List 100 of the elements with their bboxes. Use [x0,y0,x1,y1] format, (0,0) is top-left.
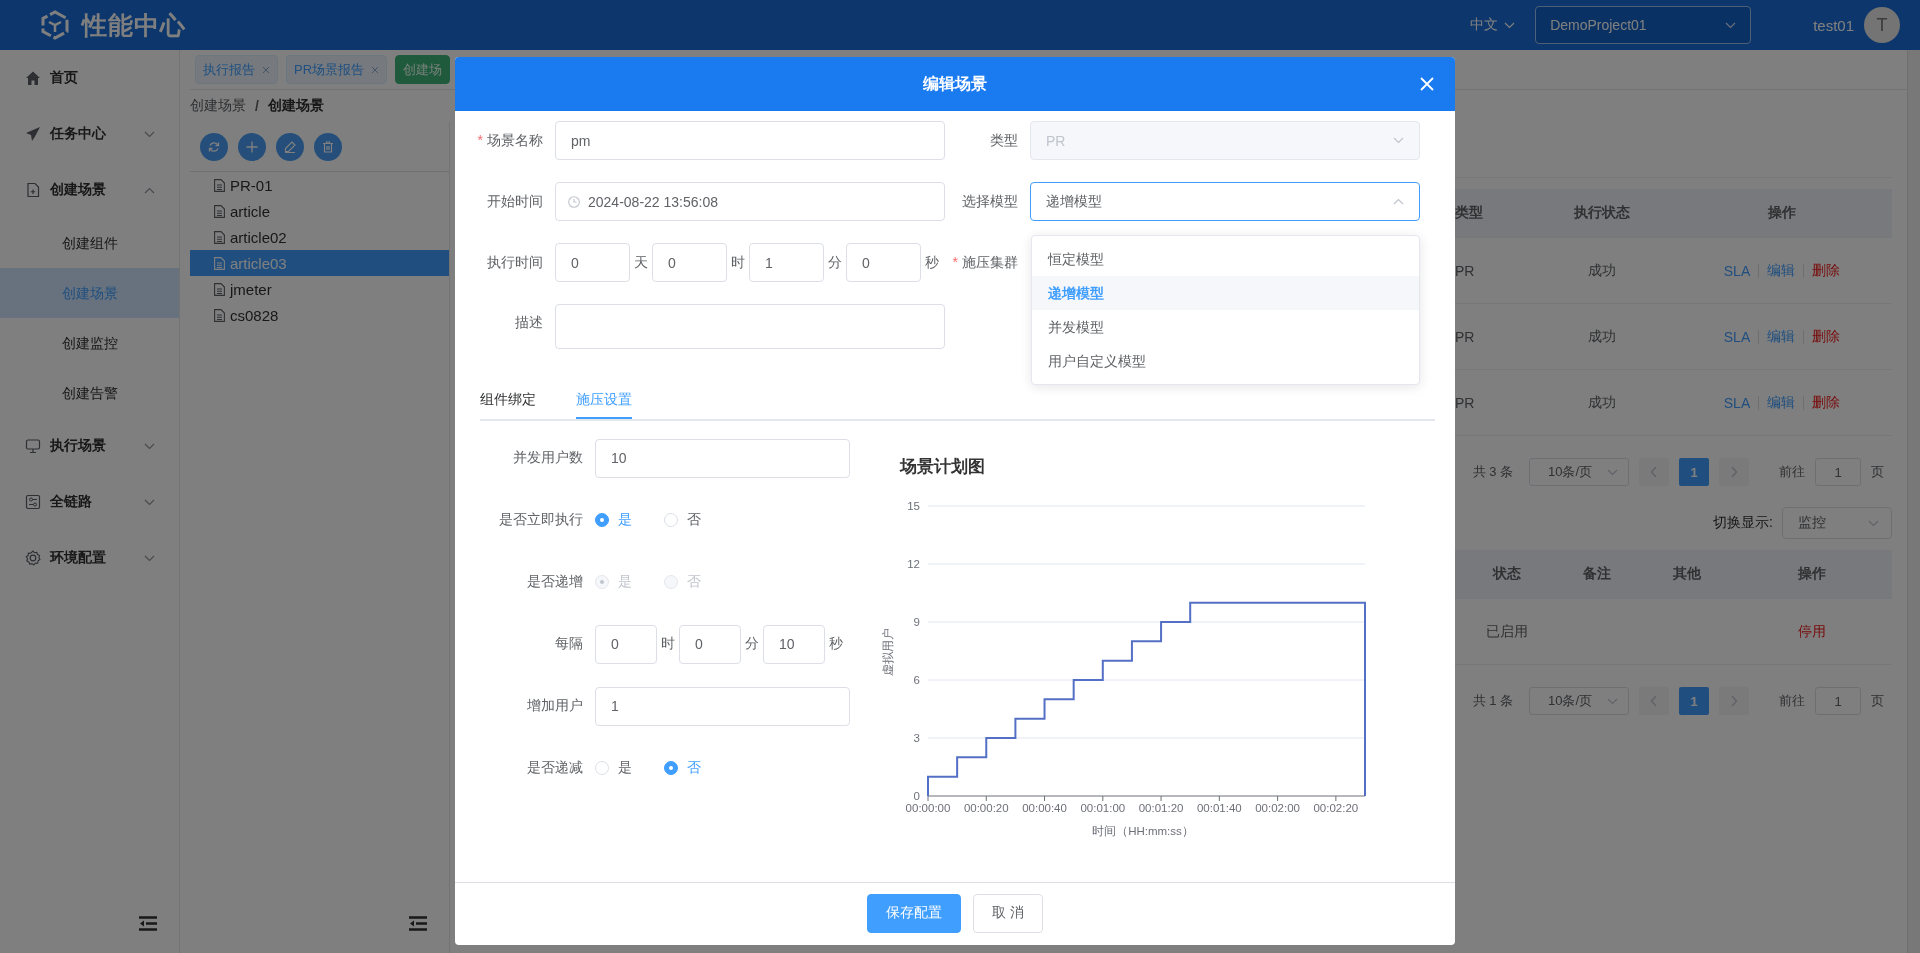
number-field[interactable]: 10 [595,438,850,478]
radio-option[interactable]: 否 [664,511,701,529]
duration-field[interactable]: 0 [652,243,727,282]
description-field[interactable] [555,304,945,349]
page-tab[interactable]: 创建场 [395,55,451,84]
close-icon[interactable] [371,65,380,74]
tab[interactable]: 组件绑定 [480,379,556,419]
delete-button[interactable] [314,133,342,161]
nav-item[interactable]: 任务中心 [0,106,179,162]
dropdown-option[interactable]: 递增模型 [1032,276,1419,310]
monitor-icon [25,438,41,454]
close-icon[interactable] [262,65,270,74]
page-tab[interactable]: PR场景报告 [286,55,388,84]
number-field[interactable]: 1 [595,686,850,726]
previous-page-button[interactable] [1639,458,1669,486]
app-title: 性能中心 [82,9,186,41]
tab[interactable]: 施压设置 [576,379,632,419]
chevron-up-icon [144,186,155,194]
nav-subitem[interactable]: 创建告警 [0,368,179,418]
delete-link[interactable]: 删除 [1812,327,1841,346]
start-time-field[interactable]: 2024-08-22 13:56:08 [555,182,945,221]
tree-node[interactable]: PR-01 [190,172,449,198]
delete-link[interactable]: 删除 [1812,261,1841,280]
tree-node[interactable]: article02 [190,224,449,250]
goto-label: 前往 [1779,463,1805,481]
pencil-icon [284,141,296,153]
goto-page-field[interactable]: 1 [1815,687,1861,715]
radio-option[interactable]: 否 [664,759,701,777]
add-button[interactable] [238,133,266,161]
trash-icon [322,141,334,153]
nav-subitem[interactable]: 创建监控 [0,318,179,368]
field-label: 描述 [514,313,544,332]
action-link[interactable]: 编辑 [1767,327,1796,346]
page-tab[interactable]: 执行报告 [195,55,278,84]
field-label: * 场景名称 [476,131,544,150]
x-axis-title: 时间（HH:mm:ss） [1092,825,1194,837]
previous-page-button[interactable] [1639,687,1669,715]
delete-link[interactable]: 删除 [1812,393,1841,412]
collapse-panel-icon[interactable] [409,916,427,931]
nav-item[interactable]: 执行场景 [0,418,179,474]
page-size-select[interactable]: 10条/页 [1529,458,1629,486]
unit-label: 秒 [924,253,940,272]
model-select[interactable]: 递增模型 [1030,182,1420,221]
nav-item[interactable]: 环境配置 [0,530,179,586]
tree-node[interactable]: cs0828 [190,302,449,328]
next-page-button[interactable] [1719,458,1749,486]
dropdown-option[interactable]: 并发模型 [1032,310,1419,344]
page-suffix: 页 [1871,692,1884,710]
language-select[interactable]: 中文 [1470,16,1516,34]
nav-item[interactable]: 全链路 [0,474,179,530]
action-link[interactable]: SLA [1723,262,1751,279]
dropdown-option[interactable]: 用户自定义模型 [1032,344,1419,378]
table-cell: 成功 [1588,393,1616,412]
duration-field[interactable]: 1 [749,243,824,282]
interval-field[interactable]: 10 [763,624,825,664]
breadcrumb-item[interactable]: 创建场景 [190,97,246,115]
action-link[interactable]: SLA [1723,394,1751,411]
chevron-down-icon [144,442,155,450]
save-button[interactable]: 保存配置 [867,893,962,933]
nav-subitem[interactable]: 创建场景 [0,268,179,318]
next-page-button[interactable] [1719,687,1749,715]
x-tick-label: 00:01:40 [1196,802,1242,814]
interval-field[interactable]: 0 [679,624,741,664]
disable-link[interactable]: 停用 [1798,622,1826,641]
table-cell: 成功 [1588,261,1616,280]
sliders-icon [25,494,41,510]
goto-page-field[interactable]: 1 [1815,458,1861,486]
tree-node[interactable]: article [190,198,449,224]
scenario-name-field[interactable]: pm [555,121,945,160]
duration-field[interactable]: 0 [555,243,630,282]
user-avatar[interactable]: T [1864,7,1900,43]
edit-button[interactable] [276,133,304,161]
document-plus-icon [25,182,41,198]
action-link[interactable]: 编辑 [1767,261,1796,280]
nav-subitem[interactable]: 创建组件 [0,218,179,268]
interval-field[interactable]: 0 [595,624,657,664]
nav-item[interactable]: 首页 [0,50,179,106]
tree-node[interactable]: jmeter [190,276,449,302]
radio-option[interactable]: 是 [595,759,632,777]
field-label: 选择模型 [961,192,1019,211]
duration-field[interactable]: 0 [846,243,921,282]
nav-item[interactable]: 创建场景 [0,162,179,218]
page-number[interactable]: 1 [1679,687,1709,715]
cancel-button[interactable]: 取 消 [973,893,1043,933]
action-link[interactable]: 编辑 [1767,393,1796,412]
page-size-select[interactable]: 10条/页 [1529,687,1629,715]
scrollbar[interactable] [1907,50,1920,953]
table-cell: PR [1455,328,1475,345]
display-select[interactable]: 监控 [1782,507,1892,539]
project-select[interactable]: DemoProject01 [1535,6,1752,44]
page-number[interactable]: 1 [1679,458,1709,486]
chevron-right-icon [1730,466,1738,478]
field-label: 增加用户 [526,697,584,715]
tree-node[interactable]: article03 [190,250,449,276]
collapse-menu-icon[interactable] [139,916,157,931]
refresh-button[interactable] [200,133,228,161]
total-count: 共 1 条 [1472,692,1513,710]
action-link[interactable]: SLA [1723,328,1751,345]
radio-option[interactable]: 是 [595,511,632,529]
dropdown-option[interactable]: 恒定模型 [1032,242,1419,276]
